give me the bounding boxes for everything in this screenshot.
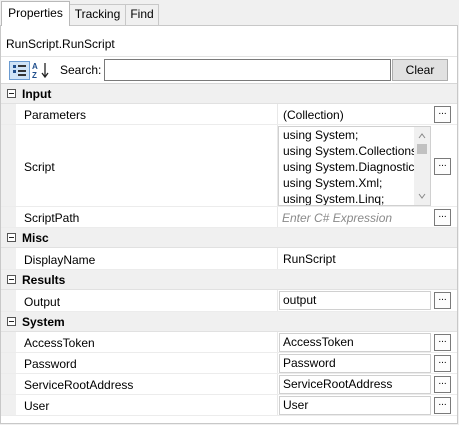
ellipsis-button[interactable]: ... [434, 397, 451, 414]
svg-text:A: A [32, 62, 38, 71]
property-name: Password [24, 357, 77, 371]
category-input: Input [1, 84, 457, 104]
property-row-scriptpath[interactable]: ScriptPath Enter C# Expression ... [1, 207, 457, 228]
property-row-password[interactable]: Password Password ... [1, 353, 457, 374]
property-name: ServiceRootAddress [24, 378, 134, 392]
output-field[interactable]: output [279, 291, 431, 310]
property-row-servicerootaddress[interactable]: ServiceRootAddress ServiceRootAddress ..… [1, 374, 457, 395]
expression-placeholder[interactable]: Enter C# Expression [282, 211, 392, 225]
property-name: Script [24, 160, 55, 174]
search-label: Search: [60, 63, 102, 77]
password-field[interactable]: Password [279, 354, 431, 373]
user-field[interactable]: User [279, 396, 431, 415]
ellipsis-button[interactable]: ... [434, 355, 451, 372]
tab-bar: Tracking Find Properties [0, 0, 459, 26]
script-textbox[interactable]: using System; using System.Collections. … [278, 126, 431, 206]
property-row-output[interactable]: Output output ... [1, 290, 457, 312]
tab-tracking[interactable]: Tracking [69, 4, 126, 25]
clear-button[interactable]: Clear [392, 59, 448, 81]
ellipsis-button[interactable]: ... [434, 376, 451, 393]
property-row-parameters[interactable]: Parameters (Collection) ... [1, 104, 457, 125]
servicerootaddress-field[interactable]: ServiceRootAddress [279, 375, 431, 394]
script-line: using System.Collections. [283, 144, 415, 158]
chevron-down-icon[interactable] [418, 192, 426, 200]
script-line: using System.Diagnostics [283, 160, 415, 174]
category-results: Results [1, 270, 457, 290]
property-name: DisplayName [24, 253, 96, 267]
property-value: (Collection) [283, 108, 344, 122]
categorized-button[interactable] [9, 61, 30, 80]
sort-az-icon: A Z [32, 62, 49, 80]
tab-find[interactable]: Find [125, 4, 159, 25]
ellipsis-button[interactable]: ... [434, 209, 451, 226]
collapse-icon[interactable] [7, 317, 16, 326]
scroll-thumb[interactable] [417, 144, 427, 154]
property-name: User [24, 399, 50, 413]
property-name: AccessToken [24, 336, 95, 350]
script-line: using System.Linq; [283, 192, 385, 206]
collapse-icon[interactable] [7, 275, 16, 284]
category-label: System [22, 315, 65, 329]
ellipsis-button[interactable]: ... [434, 292, 451, 309]
property-name: Parameters [24, 108, 87, 122]
ellipsis-button[interactable]: ... [434, 334, 451, 351]
vertical-scrollbar[interactable] [414, 127, 430, 205]
category-label: Results [22, 273, 66, 287]
category-system: System [1, 312, 457, 332]
divider [1, 56, 457, 57]
category-label: Misc [22, 231, 49, 245]
script-line: using System; [283, 128, 359, 142]
property-row-displayname[interactable]: DisplayName RunScript [1, 248, 457, 270]
categorized-icon [13, 65, 26, 76]
category-label: Input [22, 87, 52, 101]
collapse-icon[interactable] [7, 89, 16, 98]
chevron-up-icon[interactable] [418, 132, 426, 140]
property-name: Output [24, 295, 61, 309]
property-row-user[interactable]: User User ... [1, 395, 457, 416]
search-input[interactable] [104, 59, 391, 81]
tab-properties[interactable]: Properties [1, 1, 70, 26]
property-row-accesstoken[interactable]: AccessToken AccessToken ... [1, 332, 457, 353]
ellipsis-button[interactable]: ... [434, 106, 451, 123]
property-value[interactable]: RunScript [283, 252, 336, 266]
accesstoken-field[interactable]: AccessToken [279, 333, 431, 352]
sort-alphabetical-button[interactable]: A Z [31, 61, 52, 80]
svg-text:Z: Z [32, 71, 37, 80]
ellipsis-button[interactable]: ... [434, 158, 451, 175]
collapse-icon[interactable] [7, 233, 16, 242]
object-title: RunScript.RunScript [6, 37, 115, 51]
property-name: ScriptPath [24, 211, 80, 225]
script-line: using System.Xml; [283, 176, 383, 190]
category-misc: Misc [1, 228, 457, 248]
